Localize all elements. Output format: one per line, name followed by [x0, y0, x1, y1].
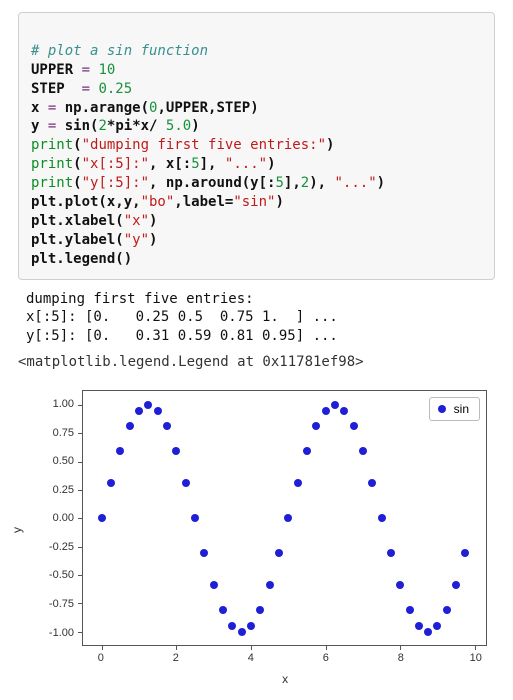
data-point: [284, 514, 292, 522]
y-tick-label: 0.25: [34, 484, 74, 496]
data-point: [210, 581, 218, 589]
data-point: [238, 628, 246, 636]
plot-area: sin: [82, 390, 487, 646]
data-point: [116, 447, 124, 455]
y-tick-label: -0.50: [34, 569, 74, 581]
data-point: [107, 479, 115, 487]
x-tick-label: 0: [98, 652, 104, 664]
data-point: [191, 514, 199, 522]
output-repr: <matplotlib.legend.Legend at 0x11781ef98…: [18, 354, 491, 370]
data-point: [322, 407, 330, 415]
data-point: [406, 606, 414, 614]
data-point: [135, 407, 143, 415]
data-point: [415, 622, 423, 630]
data-point: [172, 447, 180, 455]
data-point: [387, 549, 395, 557]
data-point: [424, 628, 432, 636]
data-point: [275, 549, 283, 557]
code-cell: # plot a sin function UPPER = 10 STEP = …: [18, 12, 495, 280]
legend-label: sin: [454, 402, 469, 416]
data-point: [312, 422, 320, 430]
y-tick-label: -1.00: [34, 627, 74, 639]
data-point: [340, 407, 348, 415]
stdout-line: dumping first five entries:: [26, 291, 254, 307]
plot-legend: sin: [429, 397, 480, 421]
stdout-block: dumping first five entries: x[:5]: [0. 0…: [26, 290, 491, 347]
data-point: [247, 622, 255, 630]
x-tick-label: 6: [323, 652, 329, 664]
x-tick-label: 10: [470, 652, 482, 664]
data-point: [452, 581, 460, 589]
data-point: [368, 479, 376, 487]
data-point: [443, 606, 451, 614]
data-point: [378, 514, 386, 522]
y-tick-label: 0.50: [34, 455, 74, 467]
data-point: [126, 422, 134, 430]
sin-plot: y -1.00-0.75-0.50-0.250.000.250.500.751.…: [18, 380, 495, 680]
data-point: [98, 514, 106, 522]
data-point: [396, 581, 404, 589]
data-point: [200, 549, 208, 557]
y-tick-label: 0.00: [34, 512, 74, 524]
data-point: [266, 581, 274, 589]
data-point: [461, 549, 469, 557]
stdout-line: x[:5]: [0. 0.25 0.5 0.75 1. ] ...: [26, 309, 338, 325]
data-point: [219, 606, 227, 614]
code-comment: # plot a sin function: [31, 43, 208, 59]
y-tick-label: 0.75: [34, 427, 74, 439]
data-point: [294, 479, 302, 487]
data-point: [433, 622, 441, 630]
data-point: [154, 407, 162, 415]
data-point: [256, 606, 264, 614]
x-tick-label: 8: [398, 652, 404, 664]
y-tick-label: 1.00: [34, 398, 74, 410]
stdout-line: y[:5]: [0. 0.31 0.59 0.81 0.95] ...: [26, 328, 338, 344]
legend-marker-icon: [438, 405, 446, 413]
x-tick-label: 2: [173, 652, 179, 664]
y-tick-label: -0.75: [34, 598, 74, 610]
data-point: [163, 422, 171, 430]
x-axis-label: x: [282, 672, 288, 686]
data-point: [331, 401, 339, 409]
x-tick-label: 4: [248, 652, 254, 664]
data-point: [182, 479, 190, 487]
data-point: [228, 622, 236, 630]
y-ticks: -1.00-0.75-0.50-0.250.000.250.500.751.00: [38, 390, 78, 646]
data-point: [350, 422, 358, 430]
x-ticks: 0 2 4 6 8 10: [82, 652, 487, 666]
data-point: [303, 447, 311, 455]
data-point: [359, 447, 367, 455]
data-point: [144, 401, 152, 409]
y-axis-label: y: [10, 527, 24, 533]
y-tick-label: -0.25: [34, 541, 74, 553]
